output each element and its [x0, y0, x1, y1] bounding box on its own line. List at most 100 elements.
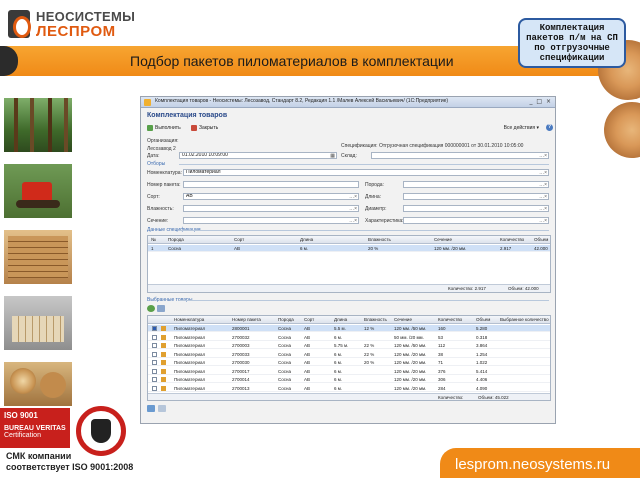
all-actions-menu[interactable]: Все действия ▾ [504, 123, 539, 133]
cell: 12 % [364, 326, 375, 331]
select-icon[interactable]: …× [539, 206, 547, 211]
logo-text-top: НЕОСИСТЕМЫ [36, 9, 136, 24]
cell: Сосна [278, 351, 291, 357]
col-header[interactable]: Объем [476, 316, 490, 323]
table-row[interactable]: Пиломатериал 2700013 Сосна АВ 6 м. 120 мм. /2… [148, 385, 550, 392]
form-title: Комплектация товаров [147, 112, 228, 119]
neosystems-logo: НЕОСИСТЕМЫ ЛЕСПРОМ [8, 8, 138, 42]
package-field[interactable] [183, 181, 359, 188]
cell: 71 [438, 360, 444, 365]
cell: 5.5 м. [334, 326, 346, 331]
row-checkbox[interactable] [152, 351, 157, 357]
spec-table-footer: Количество: 2.917 Объем: 42.000 [148, 284, 550, 292]
toolbar-icon[interactable] [158, 405, 166, 412]
footer-site-link[interactable]: lesprom.neosystems.ru [455, 456, 610, 473]
table-row[interactable]: Пиломатериал 2700003 Сосна АВ 5.75 м. 22 % 120… [148, 342, 550, 349]
warehouse-field[interactable]: …× [371, 152, 549, 159]
col-header[interactable]: Объем [534, 236, 548, 243]
item-icon [161, 351, 166, 357]
table-row[interactable]: Пиломатериал 2700014 Сосна АВ 6 м. 120 мм. /2… [148, 376, 550, 383]
refresh-icon[interactable] [147, 305, 155, 312]
row-checkbox[interactable] [152, 385, 157, 391]
cell: 20 % [368, 246, 379, 251]
select-icon[interactable]: …× [539, 194, 547, 199]
row-checkbox[interactable] [152, 343, 157, 348]
calendar-icon[interactable]: ▦ [330, 153, 335, 158]
cell: 120 мм. /20 мм. [394, 385, 427, 391]
col-header[interactable]: Длина [300, 236, 313, 243]
cell: 4.406 [476, 377, 488, 382]
select-icon[interactable]: …× [539, 218, 547, 223]
col-header[interactable]: Сечение [434, 236, 452, 243]
harvester-photo [4, 164, 72, 218]
select-icon[interactable]: …× [539, 182, 547, 187]
cell: 4.090 [476, 385, 488, 391]
col-header[interactable]: № [151, 236, 156, 243]
cell: 38 [438, 351, 444, 357]
forest-photo [4, 98, 72, 152]
col-header[interactable]: Номенклатура [174, 316, 204, 323]
table-row[interactable]: Пиломатериал 2700033 Сосна АВ 6 м. 22 % 120 мм… [148, 351, 550, 358]
list-icon[interactable] [157, 305, 165, 312]
selected-goods-section: Выбранные товары [147, 297, 553, 303]
select-icon[interactable]: …× [349, 194, 357, 199]
logo-icon [8, 10, 31, 38]
col-header[interactable]: Сорт [234, 236, 244, 243]
col-header[interactable]: Влажность [368, 236, 391, 243]
row-checkbox[interactable] [152, 334, 157, 340]
window-controls[interactable]: _ □ × [529, 98, 552, 105]
run-button[interactable]: Выполнить [147, 123, 181, 133]
breed-field[interactable]: …× [403, 181, 549, 188]
table-row[interactable]: Пиломатериал 2700032 Сосна АВ 6 м. 50 мм. /20… [148, 334, 550, 341]
qms-line1: СМК компании [6, 451, 72, 461]
nomenclature-field[interactable]: Пиломатериал …× [183, 169, 549, 176]
slide: НЕОСИСТЕМЫ ЛЕСПРОМ Подбор пакетов пилома… [0, 0, 640, 480]
col-header[interactable]: Номер пакета [232, 316, 261, 323]
col-header[interactable]: Сорт [304, 316, 314, 323]
humidity-field[interactable]: …× [183, 205, 359, 212]
select-icon[interactable]: …× [539, 153, 547, 158]
date-field[interactable]: 01.02.2010 10:09:00 ▦ [179, 152, 337, 159]
col-header[interactable]: Количество [500, 236, 524, 243]
cell: 2700033 [232, 351, 250, 357]
col-header[interactable]: Длина [334, 316, 347, 323]
cell: Пиломатериал [174, 334, 206, 340]
select-icon[interactable]: …× [349, 218, 357, 223]
spec-value[interactable]: Отгрузочная спецификация 000000001 от 30… [379, 143, 523, 149]
table-row[interactable]: Пиломатериал 2700030 Сосна АВ 6 м. 20 % 120 мм… [148, 359, 550, 366]
cell: Пиломатериал [174, 343, 206, 348]
close-button[interactable]: Закрыть [191, 123, 218, 133]
feature-field[interactable]: …× [403, 217, 549, 224]
col-header[interactable]: Влажность [364, 316, 387, 323]
org-value: Лесозавод 2 [147, 146, 176, 152]
col-header[interactable]: Порода [168, 236, 184, 243]
toolbar-icon[interactable] [147, 405, 155, 412]
col-header[interactable]: Выбранное количество [500, 316, 549, 323]
row-checkbox[interactable] [152, 377, 157, 382]
cell: 2700032 [232, 334, 250, 340]
warehouse-photo [4, 296, 72, 350]
cell: 3.864 [476, 343, 488, 348]
warehouse-label: Склад: [341, 153, 357, 159]
help-icon[interactable]: ? [546, 124, 553, 131]
table-row[interactable]: 1 Сосна АВ 6 м. 20 % 120 мм. /20 мм. 2.9… [148, 245, 550, 252]
col-header[interactable]: Сечение [394, 316, 412, 323]
select-icon[interactable]: …× [349, 206, 357, 211]
table-row[interactable]: Пиломатериал 2700017 Сосна АВ 6 м. 120 мм. /2… [148, 368, 550, 375]
table-row[interactable]: Пиломатериал 2800001 Сосна АВ 5.5 м. 12 % 120 … [148, 325, 550, 332]
cell: 120 мм. /20 мм. [394, 368, 427, 374]
col-header[interactable]: Количество [438, 316, 462, 323]
diameter-field[interactable]: …× [403, 205, 549, 212]
select-icon[interactable]: …× [539, 170, 547, 175]
cell: Сосна [278, 360, 291, 365]
iso-label: ISO 9001 [4, 411, 38, 420]
grade-field[interactable]: AB …× [183, 193, 359, 200]
length-field[interactable]: …× [403, 193, 549, 200]
cell: АВ [304, 368, 311, 374]
row-checkbox[interactable] [152, 368, 157, 374]
row-checkbox[interactable] [152, 360, 157, 365]
section-field[interactable]: …× [183, 217, 359, 224]
row-checkbox[interactable] [152, 326, 157, 331]
col-header[interactable]: Порода [278, 316, 294, 323]
cell: 6 м. [334, 334, 343, 340]
